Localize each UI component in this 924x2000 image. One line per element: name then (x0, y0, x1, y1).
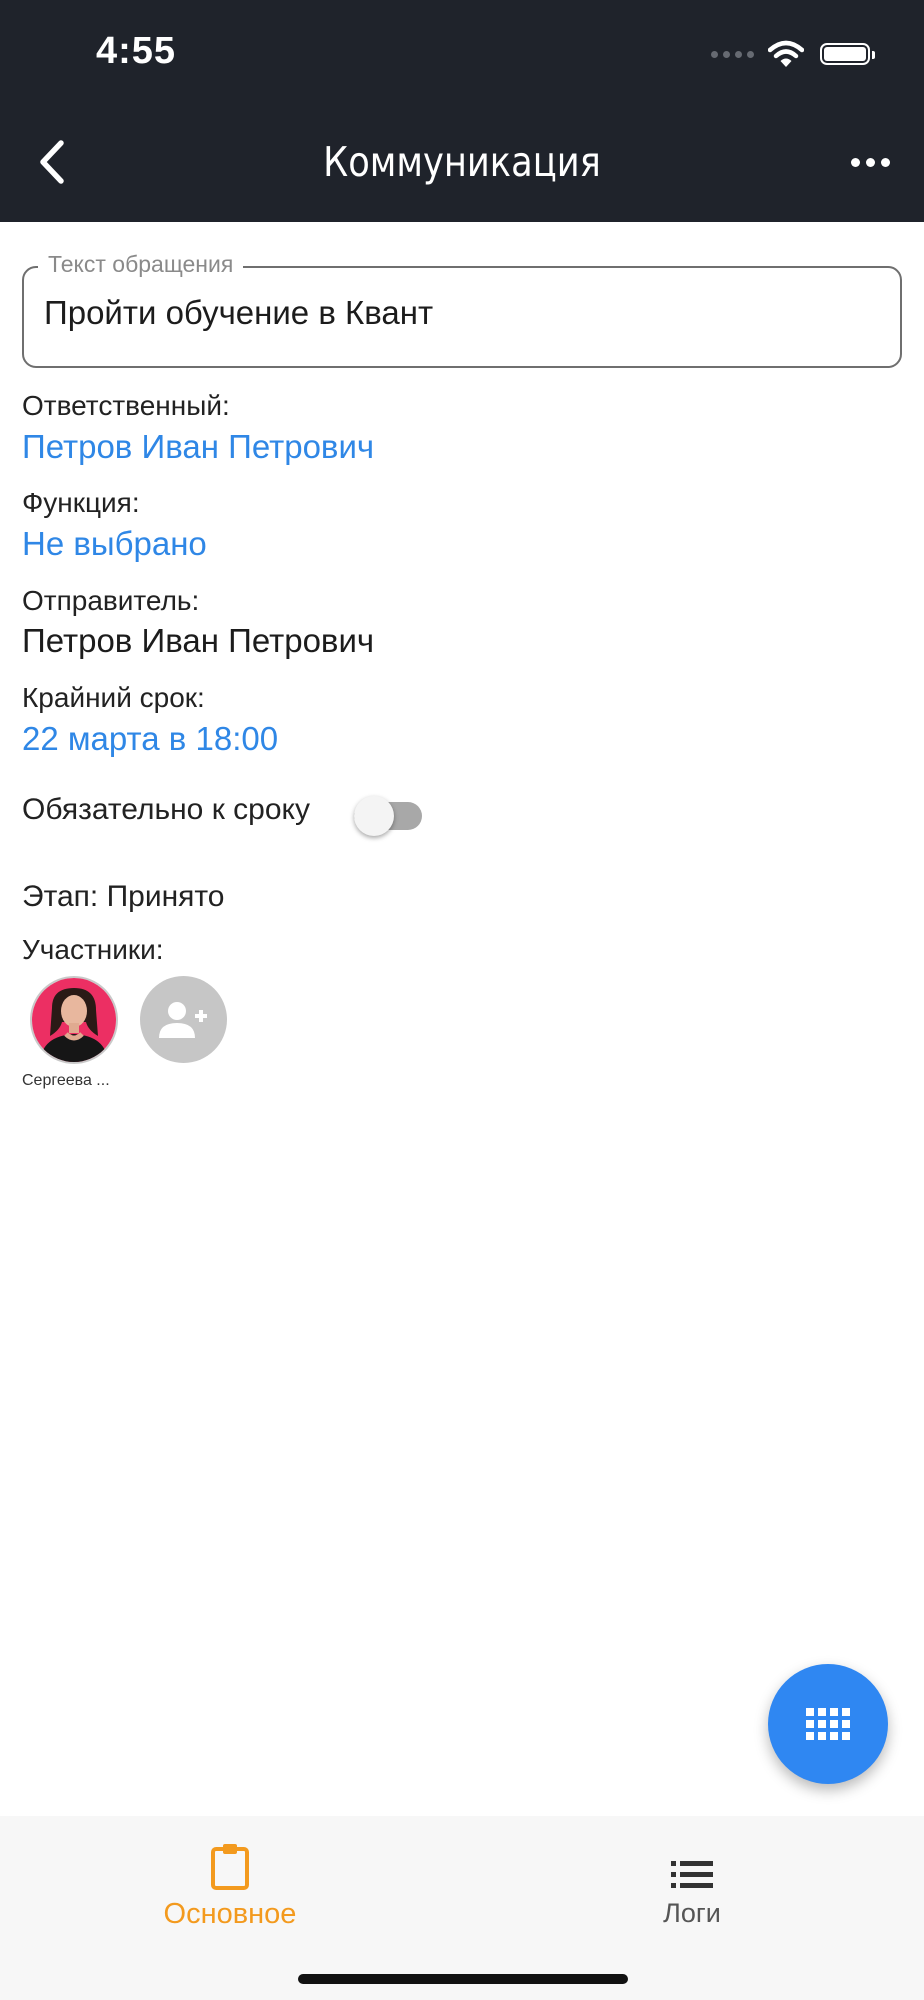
tab-logs[interactable]: Логи (562, 1838, 822, 1938)
cellular-signal-icon (711, 50, 754, 58)
battery-icon (820, 43, 875, 65)
add-participant-button[interactable] (140, 976, 227, 1063)
function-label: Функция: (22, 487, 140, 518)
deadline-required-row: Обязательно к сроку (22, 786, 442, 836)
deadline-label: Крайний срок: (22, 682, 205, 713)
request-text-value[interactable]: Пройти обучение в Квант (44, 294, 433, 332)
request-text-field[interactable]: Текст обращения Пройти обучение в Квант (22, 251, 902, 368)
function-select-link[interactable]: Не выбрано (22, 525, 207, 563)
chevron-left-icon (40, 140, 64, 184)
person-photo-icon (32, 978, 116, 1062)
grid-icon (806, 1708, 850, 1740)
top-app-bar: 4:55 Коммуникация (0, 0, 924, 222)
more-options-button[interactable] (840, 142, 900, 182)
deadline-required-toggle[interactable] (332, 794, 432, 836)
add-person-icon (158, 1001, 207, 1038)
page-title: Коммуникация (323, 138, 601, 186)
home-indicator (298, 1974, 628, 1984)
participant-avatar[interactable] (30, 976, 118, 1064)
status-time: 4:55 (96, 30, 177, 72)
deadline-link[interactable]: 22 марта в 18:00 (22, 720, 278, 758)
wifi-icon (768, 40, 804, 68)
responsible-link[interactable]: Петров Иван Петрович (22, 428, 374, 466)
stage-text: Этап: Принято (22, 880, 225, 913)
participants-label: Участники: (22, 934, 164, 965)
tab-logs-label: Логи (663, 1898, 721, 1928)
deadline-required-label: Обязательно к сроку (22, 793, 310, 826)
sender-value: Петров Иван Петрович (22, 622, 375, 659)
clipboard-icon (211, 1844, 249, 1890)
responsible-label: Ответственный: (22, 390, 230, 421)
sender-label: Отправитель: (22, 585, 200, 616)
participant-name: Сергеева ... (22, 1072, 110, 1089)
tab-main[interactable]: Основное (100, 1838, 360, 1938)
tab-main-label: Основное (163, 1898, 297, 1930)
request-text-label: Текст обращения (38, 251, 244, 278)
bottom-navigation: Основное Логи (0, 1816, 924, 2000)
apps-fab-button[interactable] (768, 1664, 888, 1784)
list-icon (671, 1861, 713, 1888)
status-icons (711, 36, 875, 72)
more-dots-icon (850, 157, 860, 167)
